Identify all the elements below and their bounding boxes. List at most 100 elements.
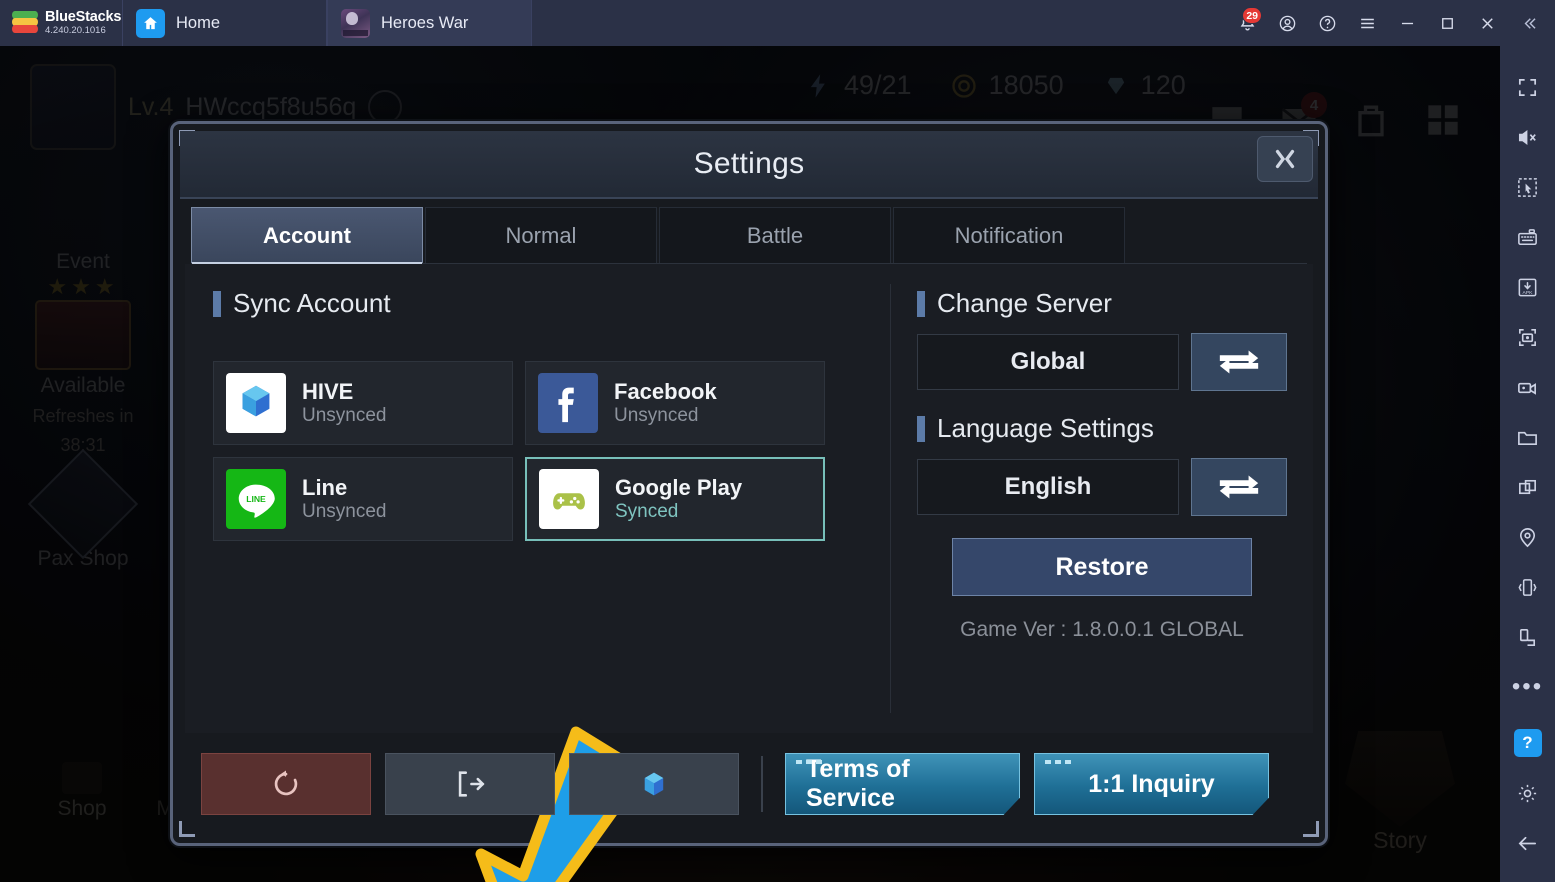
dialog-footer: Terms of Service 1:1 Inquiry: [185, 739, 1313, 829]
install-apk-icon[interactable]: APK: [1500, 262, 1555, 312]
tab-heroes-war-label: Heroes War: [381, 13, 469, 32]
game-viewport: Lv.4 HWccq5f8u56q 49/21 18050: [0, 46, 1500, 882]
footer-divider: [761, 756, 763, 812]
help-badge-label: ?: [1513, 729, 1542, 757]
tab-normal-label: Normal: [505, 222, 577, 248]
hamburger-menu-icon[interactable]: [1347, 0, 1387, 46]
location-icon[interactable]: [1500, 512, 1555, 562]
bluestacks-logo-icon: [12, 11, 38, 35]
back-arrow-icon[interactable]: [1500, 818, 1555, 868]
home-icon: [136, 8, 165, 38]
record-video-icon[interactable]: [1500, 362, 1555, 412]
sync-card-line-status: Unsynced: [302, 500, 387, 522]
help-icon[interactable]: ?: [1500, 718, 1555, 768]
sync-card-facebook-name: Facebook: [614, 379, 717, 405]
tab-battle[interactable]: Battle: [659, 207, 891, 263]
tab-notification-label: Notification: [954, 222, 1064, 248]
close-x-icon[interactable]: [1257, 136, 1313, 182]
screen-root: BlueStacks 4.240.20.1016 Home Heroes War…: [0, 0, 1555, 882]
fullscreen-icon[interactable]: [1500, 62, 1555, 112]
logout-button[interactable]: [385, 753, 555, 815]
line-icon: LINE: [226, 469, 286, 529]
game-app-icon: [341, 8, 370, 38]
settings-tab-bar: Account Normal Battle Notification: [191, 206, 1307, 265]
shake-icon[interactable]: [1500, 562, 1555, 612]
tab-notification[interactable]: Notification: [893, 207, 1125, 263]
tab-heroes-war[interactable]: Heroes War: [327, 0, 532, 46]
media-folder-icon[interactable]: [1500, 412, 1555, 462]
tab-account-label: Account: [263, 222, 351, 248]
sync-card-google-play[interactable]: Google Play Synced: [525, 457, 825, 541]
language-settings-heading: Language Settings: [917, 413, 1287, 444]
dialog-title: Settings: [693, 147, 805, 180]
game-version-label: Game Ver : 1.8.0.0.1 GLOBAL: [960, 618, 1244, 641]
hive-icon: [226, 373, 286, 433]
terms-of-service-label: Terms of Service: [806, 755, 910, 812]
more-options-icon[interactable]: •••: [1500, 662, 1555, 712]
cursor-select-icon[interactable]: [1500, 162, 1555, 212]
close-icon[interactable]: [1467, 0, 1507, 46]
svg-text:APK: APK: [1523, 290, 1534, 296]
sync-account-section: Sync Account HIVE Unsynced Facebook Unsy…: [185, 264, 890, 882]
sync-account-heading-label: Sync Account: [233, 288, 391, 318]
heading-accent-bar: [213, 290, 221, 317]
restore-button[interactable]: Restore: [952, 538, 1252, 596]
google-play-games-icon: [539, 469, 599, 529]
bluestacks-sidebar: APK ••• ?: [1500, 46, 1555, 882]
svg-text:LINE: LINE: [246, 494, 266, 504]
sync-card-facebook-status: Unsynced: [614, 404, 699, 426]
inquiry-label: 1:1 Inquiry: [1088, 769, 1215, 798]
rotate-icon[interactable]: [1500, 612, 1555, 662]
language-swap-arrows-icon[interactable]: [1191, 458, 1287, 516]
bluestacks-title-bar: BlueStacks 4.240.20.1016 Home Heroes War…: [0, 0, 1555, 46]
settings-gear-icon[interactable]: [1500, 768, 1555, 818]
facebook-icon: [538, 373, 598, 433]
sync-card-facebook[interactable]: Facebook Unsynced: [525, 361, 825, 445]
change-server-heading: Change Server: [917, 288, 1287, 319]
account-circle-icon[interactable]: [1267, 0, 1307, 46]
multi-instance-icon[interactable]: [1500, 462, 1555, 512]
language-value: English: [917, 459, 1179, 515]
minimize-icon[interactable]: [1387, 0, 1427, 46]
help-circle-icon[interactable]: [1307, 0, 1347, 46]
settings-panel: Sync Account HIVE Unsynced Facebook Unsy…: [185, 264, 1313, 882]
sync-card-hive-name: HIVE: [302, 379, 354, 405]
sync-card-hive-status: Unsynced: [302, 404, 387, 426]
bluestacks-brand: BlueStacks 4.240.20.1016: [0, 0, 122, 46]
bluestacks-version: 4.240.20.1016: [45, 24, 106, 36]
language-settings-row: English: [917, 458, 1287, 516]
window-system-controls: 29: [1227, 0, 1555, 46]
tab-home-label: Home: [176, 13, 221, 32]
restart-button[interactable]: [201, 753, 371, 815]
server-value: Global: [917, 334, 1179, 390]
keyboard-controls-icon[interactable]: [1500, 212, 1555, 262]
terms-of-service-button[interactable]: Terms of Service: [785, 753, 1020, 815]
sync-account-heading: Sync Account: [213, 288, 862, 319]
heading-accent-bar: [917, 290, 925, 317]
notification-bell-icon[interactable]: 29: [1227, 0, 1267, 46]
mute-icon[interactable]: [1500, 112, 1555, 162]
server-language-section: Change Server Global Language Settings E…: [891, 264, 1313, 733]
maximize-icon[interactable]: [1427, 0, 1467, 46]
hive-button[interactable]: [569, 753, 739, 815]
dialog-header: Settings: [180, 131, 1318, 199]
tab-account[interactable]: Account: [191, 207, 423, 265]
tab-home[interactable]: Home: [122, 0, 327, 46]
notification-badge: 29: [1242, 7, 1262, 24]
settings-dialog: Settings Account Normal Battle Notificat…: [170, 121, 1328, 882]
titlebar-spacer: [532, 0, 1227, 46]
language-settings-heading-label: Language Settings: [937, 413, 1154, 443]
sync-card-google-play-name: Google Play: [615, 475, 743, 501]
server-swap-arrows-icon[interactable]: [1191, 333, 1287, 391]
tab-normal[interactable]: Normal: [425, 207, 657, 263]
collapse-sidebar-icon[interactable]: [1507, 0, 1551, 46]
inquiry-button[interactable]: 1:1 Inquiry: [1034, 753, 1269, 815]
sync-card-hive[interactable]: HIVE Unsynced: [213, 361, 513, 445]
sync-card-line[interactable]: LINE Line Unsynced: [213, 457, 513, 541]
change-server-row: Global: [917, 333, 1287, 391]
sync-card-line-name: Line: [302, 475, 348, 501]
screenshot-icon[interactable]: [1500, 312, 1555, 362]
bluestacks-brand-name: BlueStacks: [45, 9, 122, 26]
change-server-heading-label: Change Server: [937, 288, 1112, 318]
